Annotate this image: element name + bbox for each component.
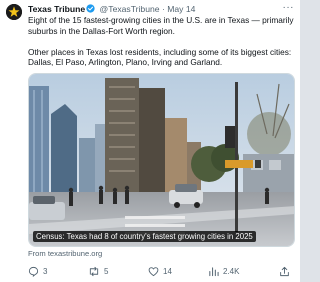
post-text: Eight of the 15 fastest-growing cities i…	[28, 15, 294, 68]
author-name[interactable]: Texas Tribune	[28, 4, 85, 14]
views-chart-icon	[209, 266, 219, 276]
share-button[interactable]	[279, 264, 294, 278]
reply-icon	[28, 266, 39, 277]
link-card-title: Census: Texas had 8 of country's fastest…	[33, 231, 256, 242]
like-count: 14	[163, 266, 172, 276]
repost-button[interactable]: 5	[88, 264, 108, 278]
header-separator: ·	[161, 4, 165, 14]
link-source[interactable]: From texastribune.org	[28, 249, 102, 259]
more-options-icon[interactable]: ···	[283, 3, 295, 13]
action-bar: 3 5 14 2.4K	[28, 264, 294, 278]
views-count: 2.4K	[223, 266, 240, 276]
street-photo-image	[29, 74, 294, 246]
post-paragraph: Other places in Texas lost residents, in…	[28, 46, 292, 68]
texas-star-icon	[6, 4, 22, 20]
post-date[interactable]: May 14	[167, 4, 195, 14]
repost-icon	[89, 266, 99, 276]
link-card-image[interactable]: Census: Texas had 8 of country's fastest…	[28, 73, 295, 247]
reply-count: 3	[43, 266, 48, 276]
reply-button[interactable]: 3	[28, 264, 47, 278]
views-button[interactable]: 2.4K	[208, 264, 239, 278]
heart-icon	[148, 266, 159, 276]
post-header: Texas Tribune @TexasTribune · May 14	[28, 3, 280, 15]
share-icon	[280, 266, 289, 276]
post-paragraph: Eight of the 15 fastest-growing cities i…	[28, 15, 294, 36]
like-button[interactable]: 14	[148, 264, 172, 278]
repost-count: 5	[104, 266, 109, 276]
post-card[interactable]: Texas Tribune @TexasTribune · May 14 ···…	[0, 0, 300, 282]
avatar[interactable]	[6, 4, 22, 20]
author-handle[interactable]: @TexasTribune	[100, 4, 160, 14]
